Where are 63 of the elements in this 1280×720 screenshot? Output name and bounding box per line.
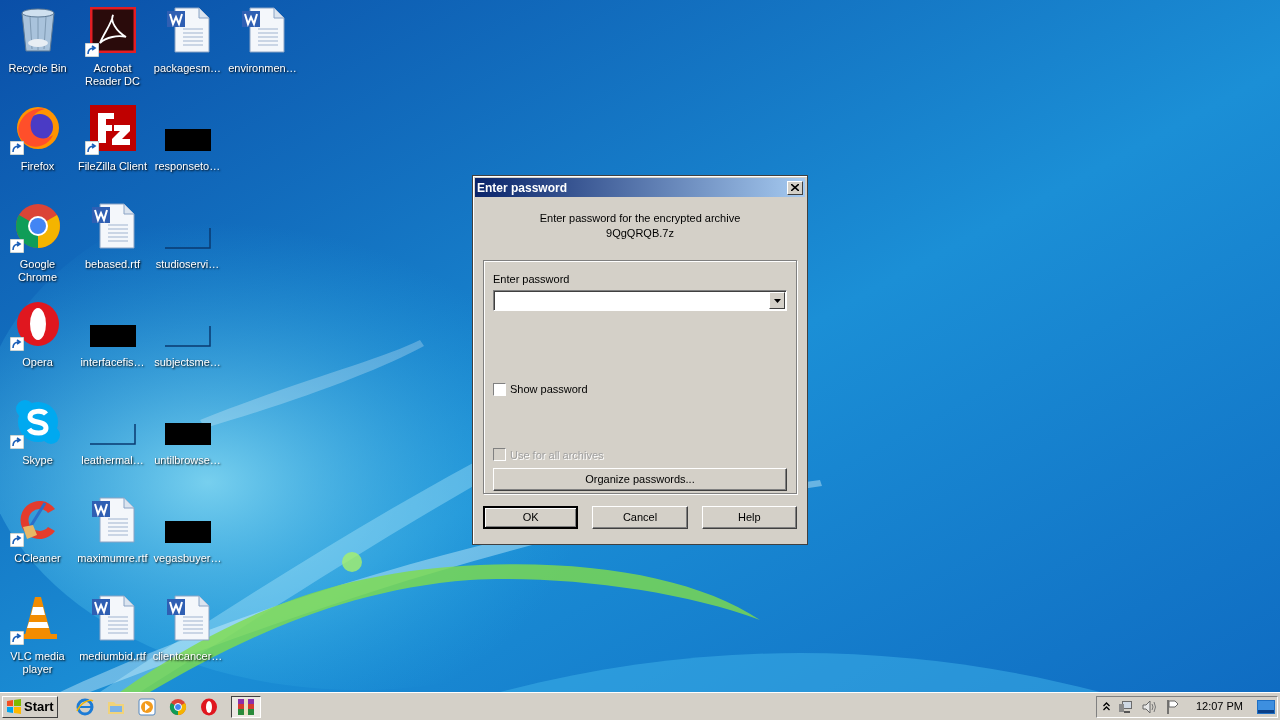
redacted-icon — [89, 325, 136, 347]
chrome-icon[interactable] — [14, 203, 61, 249]
clock[interactable]: 12:07 PM — [1195, 698, 1243, 715]
icon-label[interactable]: responseto… — [150, 160, 225, 173]
icon-label[interactable]: Recycle Bin — [0, 62, 75, 75]
icon-label[interactable]: packagesm… — [150, 62, 225, 75]
redacted-icon — [164, 423, 211, 445]
icon-label[interactable]: interfacefis… — [75, 356, 150, 369]
icon-label[interactable]: FileZilla Client — [75, 160, 150, 173]
word-document-icon[interactable] — [164, 7, 211, 53]
close-button[interactable] — [787, 180, 803, 195]
field-label: Enter password — [493, 272, 571, 286]
dialog-button[interactable]: Help — [701, 506, 797, 529]
dialog-button[interactable]: Cancel — [592, 506, 688, 529]
speaker-icon[interactable] — [1141, 699, 1158, 714]
chrome-icon[interactable] — [168, 697, 187, 716]
opera-icon[interactable] — [14, 301, 61, 347]
icon-label[interactable]: CCleaner — [0, 552, 75, 565]
skype-icon[interactable] — [14, 399, 61, 445]
word-document-icon[interactable] — [89, 497, 136, 543]
ie-icon[interactable] — [75, 697, 94, 716]
caret-icon — [773, 298, 781, 303]
show-desktop-icon[interactable] — [1257, 699, 1275, 714]
dropdown-button[interactable] — [769, 292, 785, 309]
checkbox-label[interactable]: Show password — [510, 381, 588, 398]
start-button[interactable]: Start — [2, 695, 58, 718]
close-icon — [791, 184, 799, 191]
organize-passwords-button[interactable]: Organize passwords... — [493, 468, 787, 491]
icon-label[interactable]: Skype — [0, 454, 75, 467]
filezilla-icon[interactable] — [89, 105, 136, 151]
word-document-icon[interactable] — [89, 203, 136, 249]
word-document-icon[interactable] — [89, 595, 136, 641]
firefox-icon[interactable] — [14, 105, 61, 151]
redacted-icon — [164, 129, 211, 151]
dialog-button[interactable]: OK — [483, 506, 579, 529]
icon-label[interactable]: mediumbid.rtf — [75, 650, 150, 663]
window-title: Enter password — [477, 179, 568, 197]
dialog-message: Enter password for the encrypted archive — [539, 211, 741, 226]
icon-label[interactable]: environmen… — [225, 62, 300, 75]
icon-label[interactable]: studioservi… — [150, 258, 225, 271]
icon-label[interactable]: VLC media player — [0, 650, 75, 676]
opera-icon[interactable] — [199, 697, 218, 716]
outline-icon[interactable] — [164, 325, 211, 347]
icon-label[interactable]: subjectsme… — [150, 356, 225, 369]
icon-label[interactable]: Opera — [0, 356, 75, 369]
icon-label[interactable]: Firefox — [0, 160, 75, 173]
chevron-up-icon[interactable] — [1102, 702, 1110, 711]
word-document-icon[interactable] — [164, 595, 211, 641]
taskbar-window-button[interactable] — [230, 695, 261, 718]
icon-label[interactable]: Acrobat Reader DC — [75, 62, 150, 88]
archive-name: 9QgQRQB.7z — [606, 226, 674, 241]
redacted-icon — [164, 521, 211, 543]
stacked-books-icon — [236, 697, 255, 716]
icon-label[interactable]: bebased.rtf — [75, 258, 150, 271]
outline-icon[interactable] — [89, 423, 136, 445]
word-document-icon[interactable] — [239, 7, 286, 53]
icon-label[interactable]: Google Chrome — [0, 258, 75, 284]
checkbox[interactable] — [493, 382, 506, 396]
flag-icon[interactable] — [1165, 699, 1180, 714]
password-combo-field[interactable] — [493, 290, 787, 311]
acrobat-icon[interactable] — [89, 7, 136, 53]
windows-logo-icon — [6, 699, 22, 714]
network-icon[interactable] — [1117, 698, 1134, 715]
